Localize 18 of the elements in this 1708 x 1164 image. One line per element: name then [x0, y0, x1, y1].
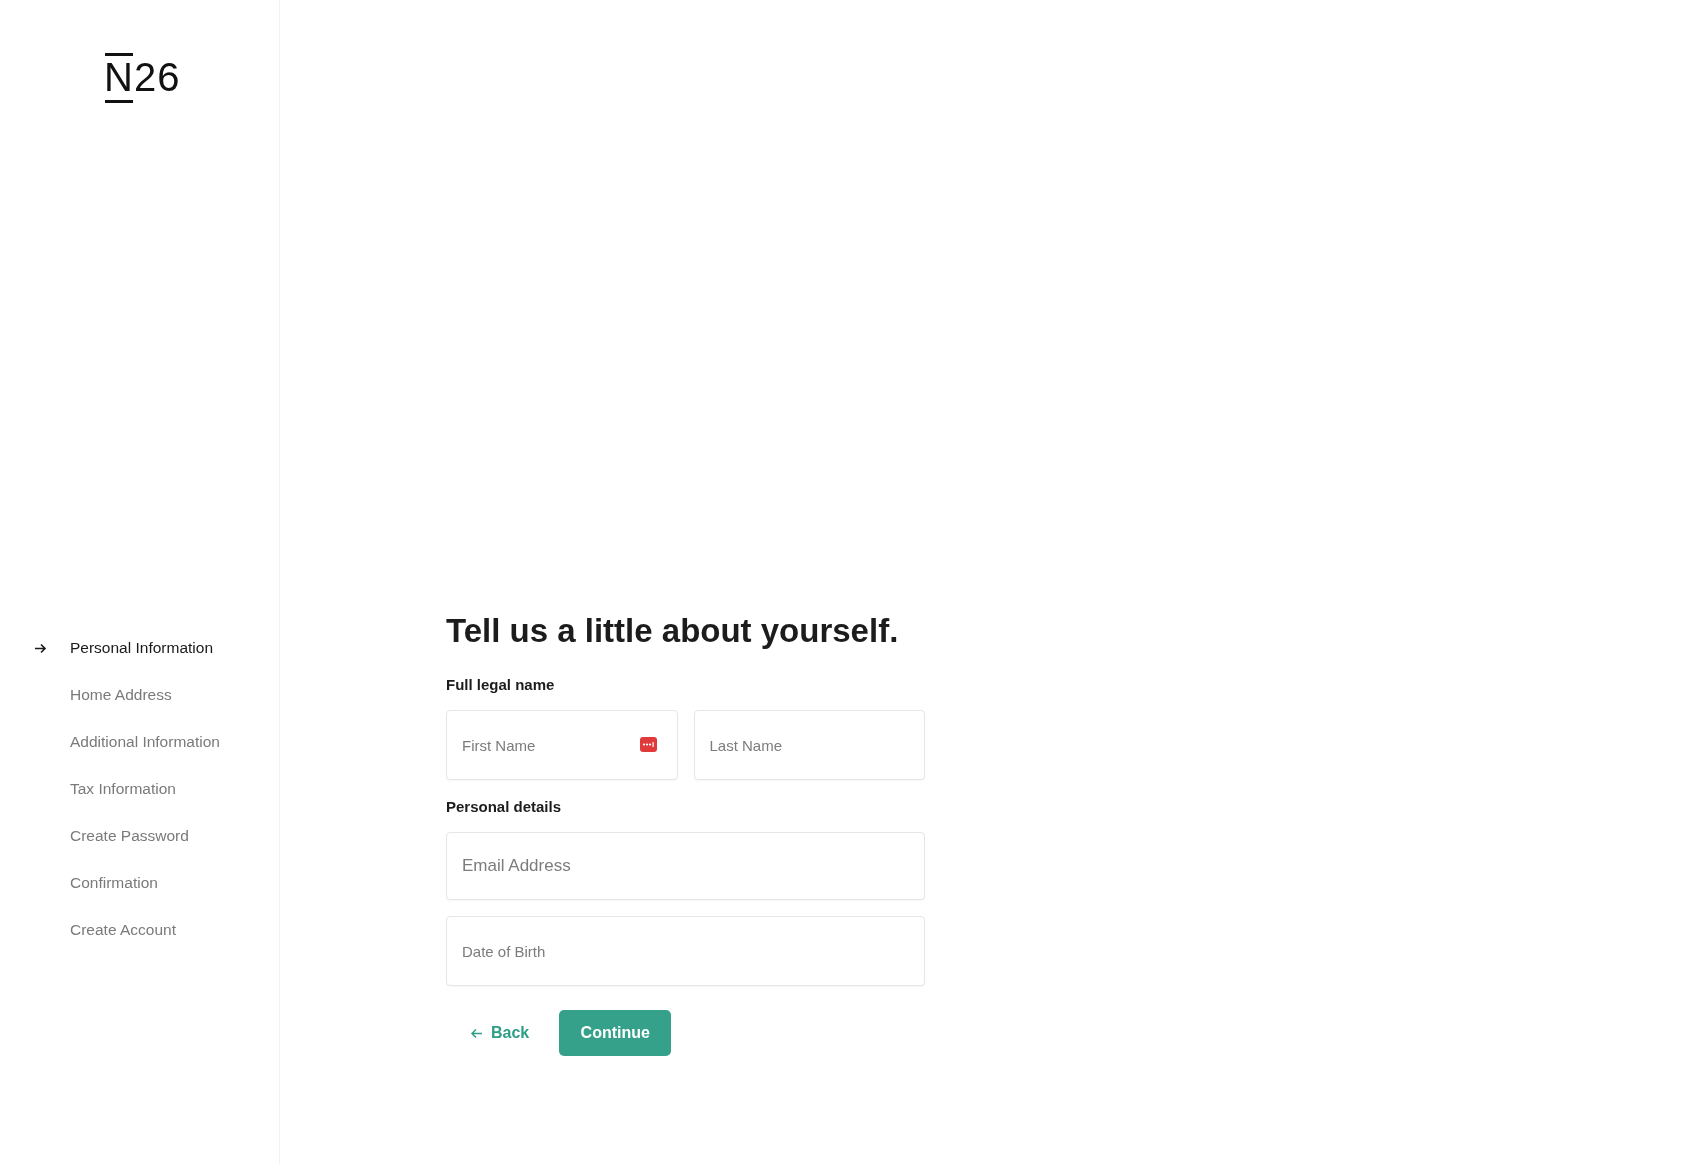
input-field[interactable]: First Name: [446, 710, 678, 780]
back-button[interactable]: Back: [470, 1018, 530, 1048]
section-label: Full legal name: [446, 676, 556, 693]
input-field[interactable]: Email Address: [446, 832, 925, 900]
step-label[interactable]: Home Address: [70, 686, 172, 704]
logo[interactable]: N26: [104, 50, 181, 101]
step-label[interactable]: Personal Information: [70, 639, 214, 657]
section-label: Personal details: [446, 798, 563, 815]
input-field[interactable]: Last Name: [693, 710, 925, 780]
step-label[interactable]: Confirmation: [70, 874, 158, 892]
input-field[interactable]: Date of Birth: [446, 916, 925, 986]
step-label[interactable]: Create Account: [70, 921, 176, 939]
step-label[interactable]: Additional Information: [70, 733, 220, 751]
continue-button[interactable]: Continue: [559, 1010, 672, 1056]
arrow-left-icon: [470, 1027, 483, 1039]
page-heading: Tell us a little about yourself.: [446, 612, 900, 650]
step-label[interactable]: Create Password: [70, 827, 189, 845]
step-label[interactable]: Tax Information: [70, 780, 176, 798]
